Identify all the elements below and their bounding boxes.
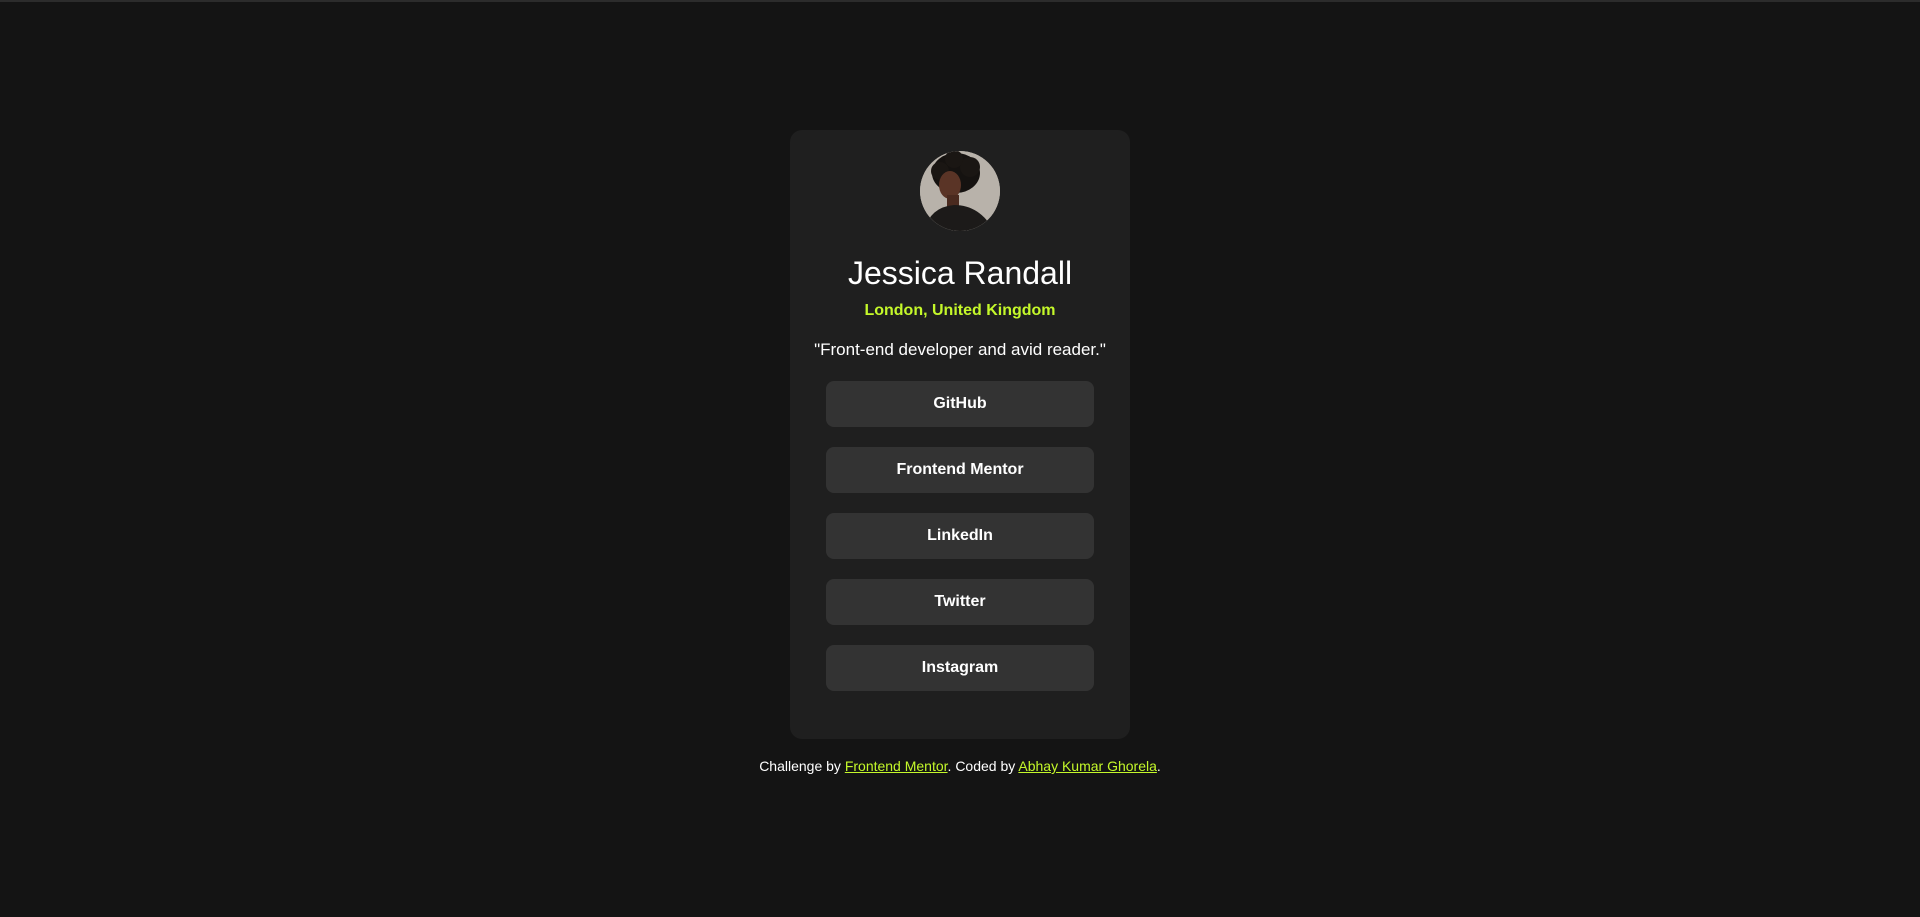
footer-suffix-text: . <box>1156 758 1161 774</box>
social-links-list: GitHub Frontend Mentor LinkedIn Twitter … <box>826 381 1094 691</box>
link-github-button[interactable]: GitHub <box>826 381 1094 427</box>
profile-card: Jessica Randall London, United Kingdom "… <box>790 130 1130 739</box>
footer-middle-text: . Coded by <box>947 758 1019 774</box>
link-frontend-mentor-button[interactable]: Frontend Mentor <box>826 447 1094 493</box>
footer-challenge-link[interactable]: Frontend Mentor <box>845 758 948 774</box>
avatar-photo-icon <box>920 151 1000 231</box>
profile-location: London, United Kingdom <box>864 302 1056 319</box>
footer-author-link[interactable]: Abhay Kumar Ghorela <box>1018 758 1157 774</box>
link-linkedin-button[interactable]: LinkedIn <box>826 513 1094 559</box>
profile-bio: "Front-end developer and avid reader." <box>814 340 1106 359</box>
link-twitter-button[interactable]: Twitter <box>826 579 1094 625</box>
profile-name: Jessica Randall <box>847 255 1073 291</box>
link-instagram-button[interactable]: Instagram <box>826 645 1094 691</box>
avatar <box>920 151 1000 231</box>
footer-prefix-text: Challenge by <box>759 758 845 774</box>
browser-top-border <box>0 0 1920 2</box>
attribution-footer: Challenge by Frontend Mentor. Coded by A… <box>0 757 1920 775</box>
